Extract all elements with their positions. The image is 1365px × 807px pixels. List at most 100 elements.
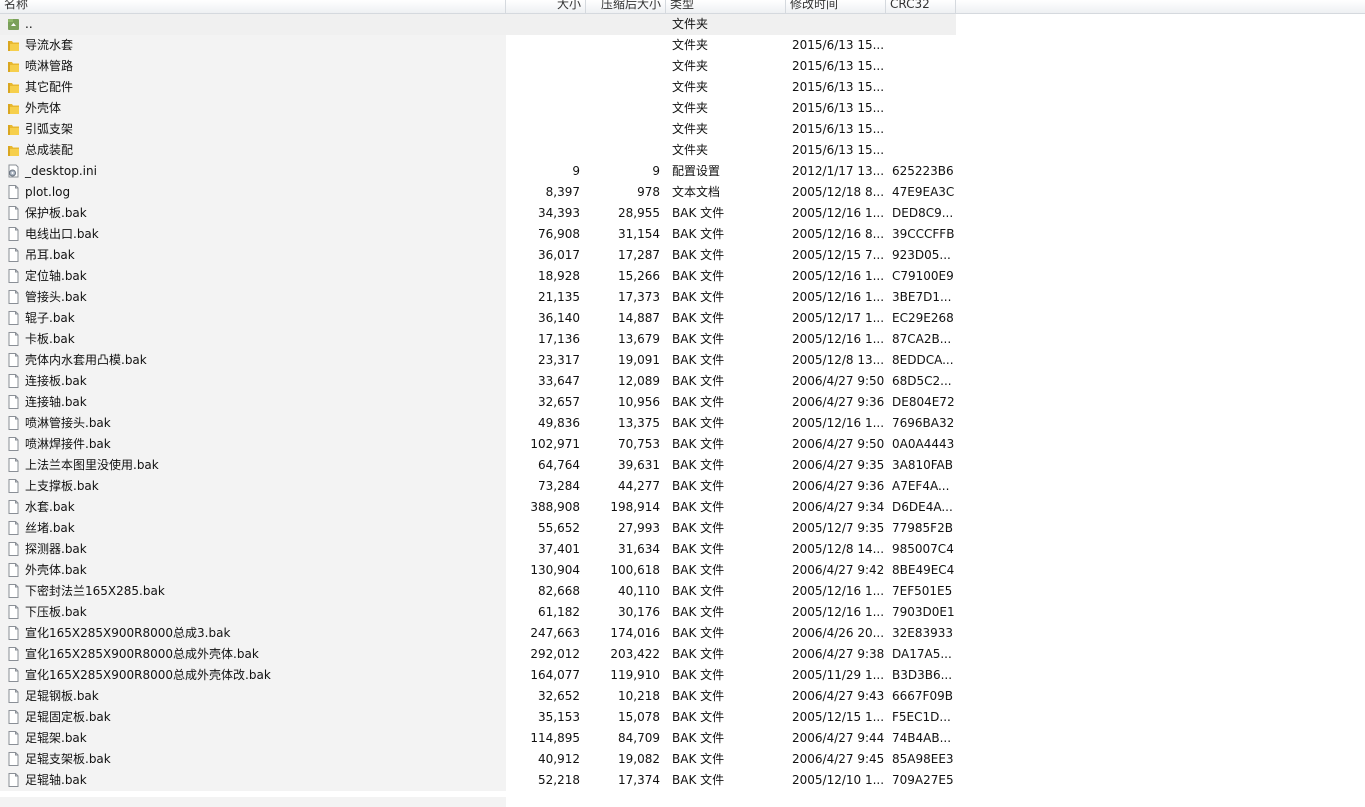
file-row[interactable]: 外壳体.bak 130,904 100,618 BAK 文件 2006/4/27 9:4… bbox=[0, 560, 956, 581]
file-row[interactable]: 足辊支架板.bak 40,912 19,082 BAK 文件 2006/4/27 9:4… bbox=[0, 749, 956, 770]
folder-row[interactable]: 总成装配 文件夹 2015/6/13 15... bbox=[0, 140, 956, 161]
packed-size: 39,631 bbox=[618, 458, 660, 472]
file-row[interactable]: plot.log 8,397 978 文本文档 2005/12/18 8... 47E9E… bbox=[0, 182, 956, 203]
file-type: BAK 文件 bbox=[672, 290, 725, 304]
crc-value: 985007C4 bbox=[892, 542, 954, 556]
file-name: 喷淋管接头.bak bbox=[25, 416, 111, 430]
crc-value: 6667F09B bbox=[892, 689, 953, 703]
crc-value: 3BE7D1... bbox=[892, 290, 952, 304]
file-type: 文件夹 bbox=[672, 122, 709, 136]
file-row[interactable]: 水套.bak 388,908 198,914 BAK 文件 2006/4/27 9:34… bbox=[0, 497, 956, 518]
packed-size: 31,154 bbox=[618, 227, 660, 241]
packed-size: 203,422 bbox=[610, 647, 660, 661]
file-size: 247,663 bbox=[530, 626, 580, 640]
file-row[interactable]: 连接轴.bak 32,657 10,956 BAK 文件 2006/4/27 9:36 D… bbox=[0, 392, 956, 413]
folder-icon bbox=[7, 122, 20, 136]
file-size: 8,397 bbox=[545, 185, 580, 199]
file-row[interactable]: 保护板.bak 34,393 28,955 BAK 文件 2005/12/16 1...… bbox=[0, 203, 956, 224]
file-row[interactable]: 宣化165X285X900R8000总成外壳体改.bak 164,077 119,9… bbox=[0, 665, 956, 686]
file-row[interactable]: 辊子.bak 36,140 14,887 BAK 文件 2005/12/17 1... E… bbox=[0, 308, 956, 329]
column-header-name[interactable]: 名称 bbox=[0, 0, 506, 13]
file-size: 388,908 bbox=[530, 500, 580, 514]
file-row[interactable]: 丝堵.bak 55,652 27,993 BAK 文件 2005/12/7 9:35 77… bbox=[0, 518, 956, 539]
file-row[interactable]: _desktop.ini 9 9 配置设置 2012/1/17 13... 625223B… bbox=[0, 161, 956, 182]
file-row[interactable]: 连接板.bak 33,647 12,089 BAK 文件 2006/4/27 9:50 6… bbox=[0, 371, 956, 392]
file-type: BAK 文件 bbox=[672, 395, 725, 409]
file-name: 水套.bak bbox=[25, 500, 75, 514]
file-row[interactable]: 下密封法兰165X285.bak 82,668 40,110 BAK 文件 2005/1… bbox=[0, 581, 956, 602]
file-size: 130,904 bbox=[530, 563, 580, 577]
crc-value: DED8C9... bbox=[892, 206, 954, 220]
folder-row[interactable]: 引弧支架 文件夹 2015/6/13 15... bbox=[0, 119, 956, 140]
packed-size: 15,266 bbox=[618, 269, 660, 283]
folder-icon bbox=[7, 143, 20, 157]
column-header-size[interactable]: 大小 bbox=[506, 0, 586, 13]
file-size: 73,284 bbox=[538, 479, 580, 493]
modified-time: 2005/12/8 14... bbox=[792, 542, 885, 556]
packed-size: 40,110 bbox=[618, 584, 660, 598]
file-type: BAK 文件 bbox=[672, 437, 725, 451]
file-size: 34,393 bbox=[538, 206, 580, 220]
file-row[interactable]: 宣化165X285X900R8000总成外壳体.bak 292,012 203,42… bbox=[0, 644, 956, 665]
file-icon bbox=[7, 584, 20, 598]
file-icon bbox=[7, 185, 20, 199]
packed-size: 978 bbox=[637, 185, 660, 199]
file-row[interactable]: 足辊轴.bak 52,218 17,374 BAK 文件 2005/12/10 1...… bbox=[0, 770, 956, 791]
folder-up-icon bbox=[7, 17, 20, 31]
file-type: 文件夹 bbox=[672, 101, 709, 115]
file-row[interactable]: 足辊架.bak 114,895 84,709 BAK 文件 2006/4/27 9:44… bbox=[0, 728, 956, 749]
name-cell-background bbox=[0, 140, 506, 161]
folder-row[interactable]: 其它配件 文件夹 2015/6/13 15... bbox=[0, 77, 956, 98]
packed-size: 17,373 bbox=[618, 290, 660, 304]
row-background bbox=[506, 14, 956, 35]
column-header: 名称 大小 压缩后大小 类型 修改时间 CRC32 bbox=[0, 0, 1365, 14]
file-type: BAK 文件 bbox=[672, 710, 725, 724]
file-size: 55,652 bbox=[538, 521, 580, 535]
file-name: _desktop.ini bbox=[25, 164, 97, 178]
column-header-modified[interactable]: 修改时间 bbox=[786, 0, 886, 13]
file-row[interactable]: 电线出口.bak 76,908 31,154 BAK 文件 2005/12/16 8..… bbox=[0, 224, 956, 245]
packed-size: 70,753 bbox=[618, 437, 660, 451]
folder-row[interactable]: 喷淋管路 文件夹 2015/6/13 15... bbox=[0, 56, 956, 77]
file-row[interactable]: 探测器.bak 37,401 31,634 BAK 文件 2005/12/8 14...… bbox=[0, 539, 956, 560]
file-row[interactable]: 上法兰本图里没使用.bak 64,764 39,631 BAK 文件 2006/4/27… bbox=[0, 455, 956, 476]
file-name: 辊子.bak bbox=[25, 311, 75, 325]
file-name: 外壳体.bak bbox=[25, 563, 87, 577]
file-size: 17,136 bbox=[538, 332, 580, 346]
file-row[interactable]: 喷淋管接头.bak 49,836 13,375 BAK 文件 2005/12/16 1.… bbox=[0, 413, 956, 434]
modified-time: 2005/12/16 1... bbox=[792, 269, 885, 283]
file-icon bbox=[7, 311, 20, 325]
file-size: 292,012 bbox=[530, 647, 580, 661]
file-size: 37,401 bbox=[538, 542, 580, 556]
file-row[interactable]: 足辊钢板.bak 32,652 10,218 BAK 文件 2006/4/27 9:43… bbox=[0, 686, 956, 707]
folder-row[interactable]: 导流水套 文件夹 2015/6/13 15... bbox=[0, 35, 956, 56]
file-name: 吊耳.bak bbox=[25, 248, 75, 262]
packed-size: 19,082 bbox=[618, 752, 660, 766]
column-header-packed-size[interactable]: 压缩后大小 bbox=[586, 0, 666, 13]
file-size: 49,836 bbox=[538, 416, 580, 430]
name-column-background bbox=[0, 797, 506, 807]
file-row[interactable]: 宣化165X285X900R8000总成3.bak 247,663 174,016 B… bbox=[0, 623, 956, 644]
column-header-crc[interactable]: CRC32 bbox=[886, 0, 956, 13]
file-row[interactable]: 吊耳.bak 36,017 17,287 BAK 文件 2005/12/15 7... 9… bbox=[0, 245, 956, 266]
file-row[interactable]: 喷淋焊接件.bak 102,971 70,753 BAK 文件 2006/4/27 9:… bbox=[0, 434, 956, 455]
file-type: BAK 文件 bbox=[672, 626, 725, 640]
name-cell-background bbox=[0, 308, 506, 329]
file-row[interactable]: 卡板.bak 17,136 13,679 BAK 文件 2005/12/16 1... 8… bbox=[0, 329, 956, 350]
packed-size: 44,277 bbox=[618, 479, 660, 493]
packed-size: 10,218 bbox=[618, 689, 660, 703]
folder-row[interactable]: .. 文件夹 bbox=[0, 14, 956, 35]
file-type: BAK 文件 bbox=[672, 332, 725, 346]
file-type: BAK 文件 bbox=[672, 353, 725, 367]
file-row[interactable]: 管接头.bak 21,135 17,373 BAK 文件 2005/12/16 1...… bbox=[0, 287, 956, 308]
packed-size: 19,091 bbox=[618, 353, 660, 367]
file-row[interactable]: 足辊固定板.bak 35,153 15,078 BAK 文件 2005/12/15 1.… bbox=[0, 707, 956, 728]
file-row[interactable]: 上支撑板.bak 73,284 44,277 BAK 文件 2006/4/27 9:36… bbox=[0, 476, 956, 497]
modified-time: 2005/12/16 8... bbox=[792, 227, 885, 241]
file-row[interactable]: 下压板.bak 61,182 30,176 BAK 文件 2005/12/16 1...… bbox=[0, 602, 956, 623]
file-row[interactable]: 壳体内水套用凸模.bak 23,317 19,091 BAK 文件 2005/12/8 … bbox=[0, 350, 956, 371]
file-icon bbox=[7, 521, 20, 535]
folder-row[interactable]: 外壳体 文件夹 2015/6/13 15... bbox=[0, 98, 956, 119]
file-row[interactable]: 定位轴.bak 18,928 15,266 BAK 文件 2005/12/16 1...… bbox=[0, 266, 956, 287]
column-header-type[interactable]: 类型 bbox=[666, 0, 786, 13]
